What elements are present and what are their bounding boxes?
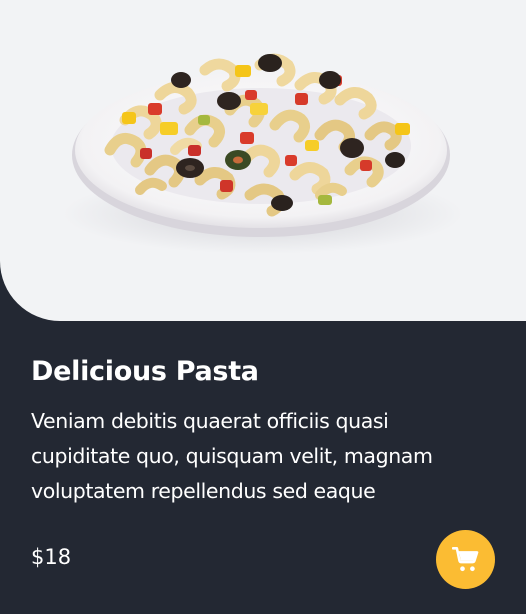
add-to-cart-button[interactable]	[436, 530, 495, 589]
product-description: Veniam debitis quaerat officiis quasi cu…	[31, 409, 433, 503]
pasta-dish-image	[63, 53, 463, 254]
shopping-cart-icon	[451, 546, 478, 571]
product-card: Delicious Pasta Veniam debitis quaerat o…	[0, 0, 526, 614]
product-image-area	[0, 0, 526, 321]
product-title: Delicious Pasta	[31, 356, 259, 387]
product-price: $18	[31, 545, 72, 569]
